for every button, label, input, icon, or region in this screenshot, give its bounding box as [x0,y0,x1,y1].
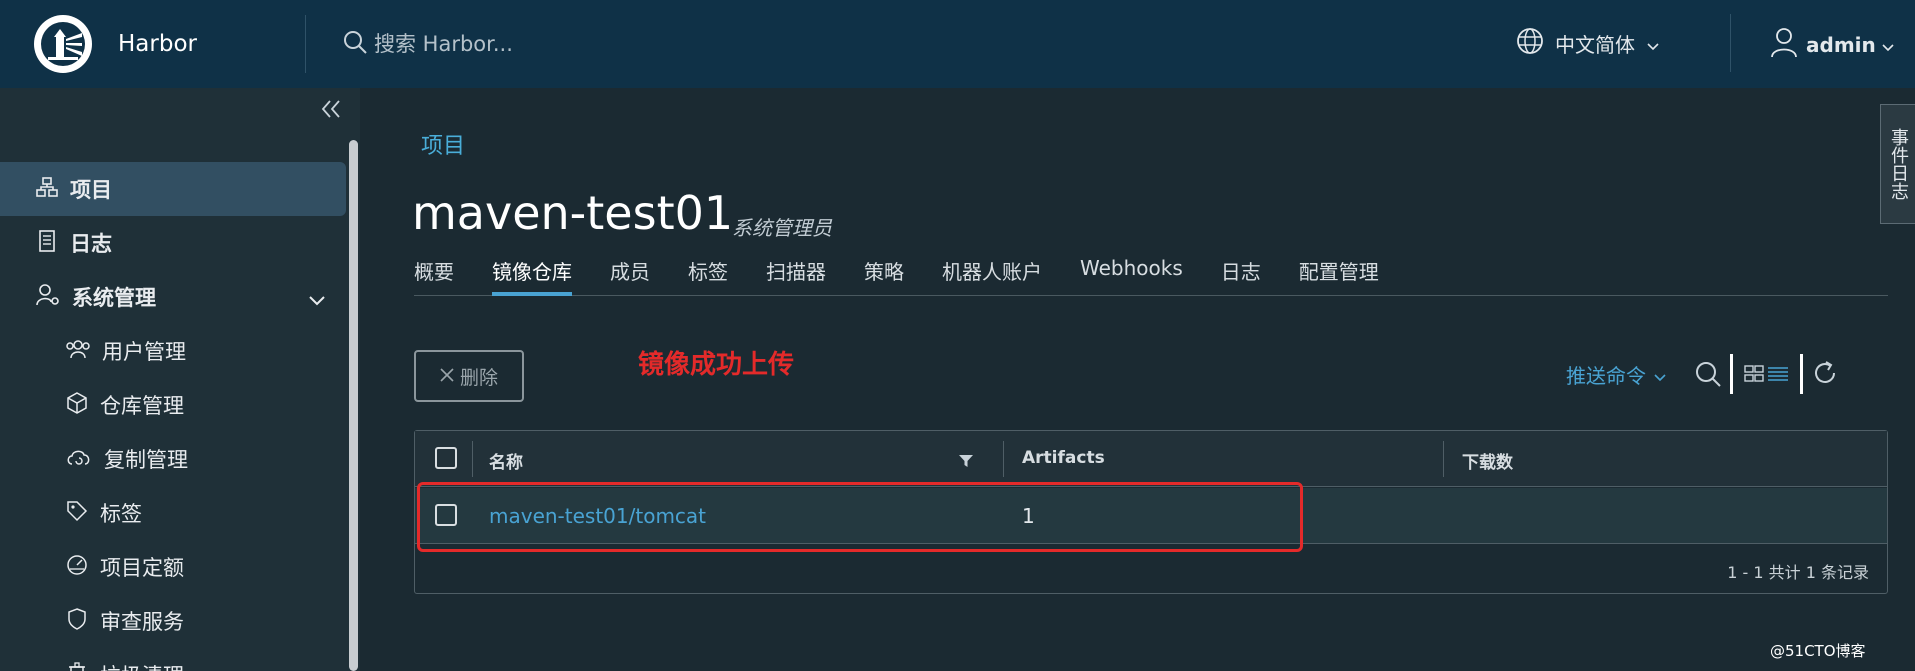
brand-name: Harbor [118,31,197,57]
chevron-down-icon [1647,32,1659,56]
cloud-sync-icon [66,446,92,473]
globe-icon [1515,26,1545,61]
sidebar-item-label: 日志 [70,232,112,256]
tab-members[interactable]: 成员 [610,256,650,296]
artifact-count: 1 [1022,504,1035,528]
sidebar-item-label: 用户管理 [102,340,186,364]
breadcrumb-projects[interactable]: 项目 [421,128,465,160]
filter-icon[interactable] [958,453,974,472]
chevron-down-icon [1882,33,1894,57]
header-divider-right [1730,14,1731,72]
header-divider [305,15,306,73]
tab-logs[interactable]: 日志 [1221,256,1261,296]
upload-success-annotation: 镜像成功上传 [638,350,795,380]
toolbar-divider [1730,354,1733,394]
view-toggle-icon[interactable] [1744,364,1790,388]
username: admin [1806,32,1876,57]
refresh-icon[interactable] [1812,360,1838,390]
page-title: maven-test01 [412,186,734,240]
tab-policy[interactable]: 策略 [864,256,904,296]
log-icon [36,229,58,257]
pagination-summary: 1 - 1 共计 1 条记录 [1727,563,1869,582]
repositories-table: 名称 Artifacts 下载数 maven-test01/tomcat 1 1… [414,430,1888,594]
sidebar-item-label: 项目定额 [100,556,184,580]
harbor-logo-icon [34,15,92,73]
sidebar-item-garbage-collection[interactable]: 垃圾清理 [0,648,346,671]
event-log-tab[interactable]: 事件日志 [1880,104,1915,224]
close-icon [440,365,454,387]
shield-icon [66,607,88,635]
user-icon [1770,26,1798,63]
brand[interactable]: Harbor [0,0,305,88]
global-search[interactable] [342,29,742,59]
sidebar-item-label: 仓库管理 [100,394,184,418]
column-separator [1443,441,1444,477]
search-input[interactable] [374,32,714,56]
projects-icon [36,176,58,203]
trash-icon [66,661,88,671]
sidebar-item-label: 复制管理 [104,448,188,472]
cube-icon [66,391,88,419]
project-role: 系统管理员 [732,216,832,240]
column-separator [1003,441,1004,477]
sidebar-scrollbar-thumb[interactable] [349,140,358,671]
table-footer: 1 - 1 共计 1 条记录 [415,545,1887,593]
column-header-downloads[interactable]: 下载数 [1462,448,1513,473]
tab-summary[interactable]: 概要 [414,256,454,296]
watermark: @51CTO博客 [1770,642,1866,660]
sidebar-item-registries[interactable]: 仓库管理 [0,378,346,432]
top-header: Harbor 中文简体 admin [0,0,1915,88]
project-tabs: 概要 镜像仓库 成员 标签 扫描器 策略 机器人账户 Webhooks 日志 配… [414,256,1888,296]
sidebar-item-project-quotas[interactable]: 项目定额 [0,540,346,594]
column-header-name[interactable]: 名称 [489,448,523,473]
column-header-artifacts[interactable]: Artifacts [1022,448,1105,468]
gauge-icon [66,554,88,581]
sidebar-item-label: 垃圾清理 [100,660,184,671]
search-icon[interactable] [1694,360,1722,392]
tab-webhooks[interactable]: Webhooks [1080,256,1183,296]
sidebar-item-label: 审查服务 [100,610,184,634]
tab-robot-accounts[interactable]: 机器人账户 [942,256,1042,296]
language-label: 中文简体 [1555,33,1635,57]
delete-button[interactable]: 删除 [414,350,524,402]
sidebar-item-replications[interactable]: 复制管理 [0,432,346,486]
tab-repositories[interactable]: 镜像仓库 [492,256,572,296]
push-command-dropdown[interactable]: 推送命令 [1566,360,1666,389]
tab-configuration[interactable]: 配置管理 [1299,256,1379,296]
select-all-checkbox[interactable] [435,447,457,469]
table-row[interactable]: maven-test01/tomcat 1 [415,488,1887,544]
sidebar-item-projects[interactable]: 项目 [0,162,346,216]
push-command-label: 推送命令 [1566,364,1646,388]
sidebar-item-logs[interactable]: 日志 [0,216,346,270]
table-header: 名称 Artifacts 下载数 [415,431,1887,487]
search-icon[interactable] [342,29,368,59]
sidebar-item-label: 系统管理 [72,286,156,310]
sidebar-item-administration[interactable]: 系统管理 [0,270,346,324]
delete-label: 删除 [459,366,498,389]
users-icon [66,338,90,365]
column-separator [472,441,473,477]
user-menu[interactable]: admin [1770,26,1894,63]
tag-icon [66,500,88,527]
toolbar-divider [1800,354,1803,394]
language-selector[interactable]: 中文简体 [1515,26,1659,61]
sidebar-item-label: 标签 [100,502,142,526]
row-checkbox[interactable] [435,504,457,526]
repository-name-link[interactable]: maven-test01/tomcat [489,504,706,528]
sidebar-item-label: 项目 [70,178,112,202]
sidebar-item-labels[interactable]: 标签 [0,486,346,540]
user-gear-icon [36,283,60,311]
chevron-down-icon [1654,363,1666,387]
sidebar-item-interrogation-services[interactable]: 审查服务 [0,594,346,648]
tab-scanner[interactable]: 扫描器 [766,256,826,296]
sidebar-item-user-management[interactable]: 用户管理 [0,324,346,378]
chevron-down-icon [308,288,326,312]
tab-labels[interactable]: 标签 [688,256,728,296]
collapse-sidebar-icon[interactable] [320,100,342,122]
